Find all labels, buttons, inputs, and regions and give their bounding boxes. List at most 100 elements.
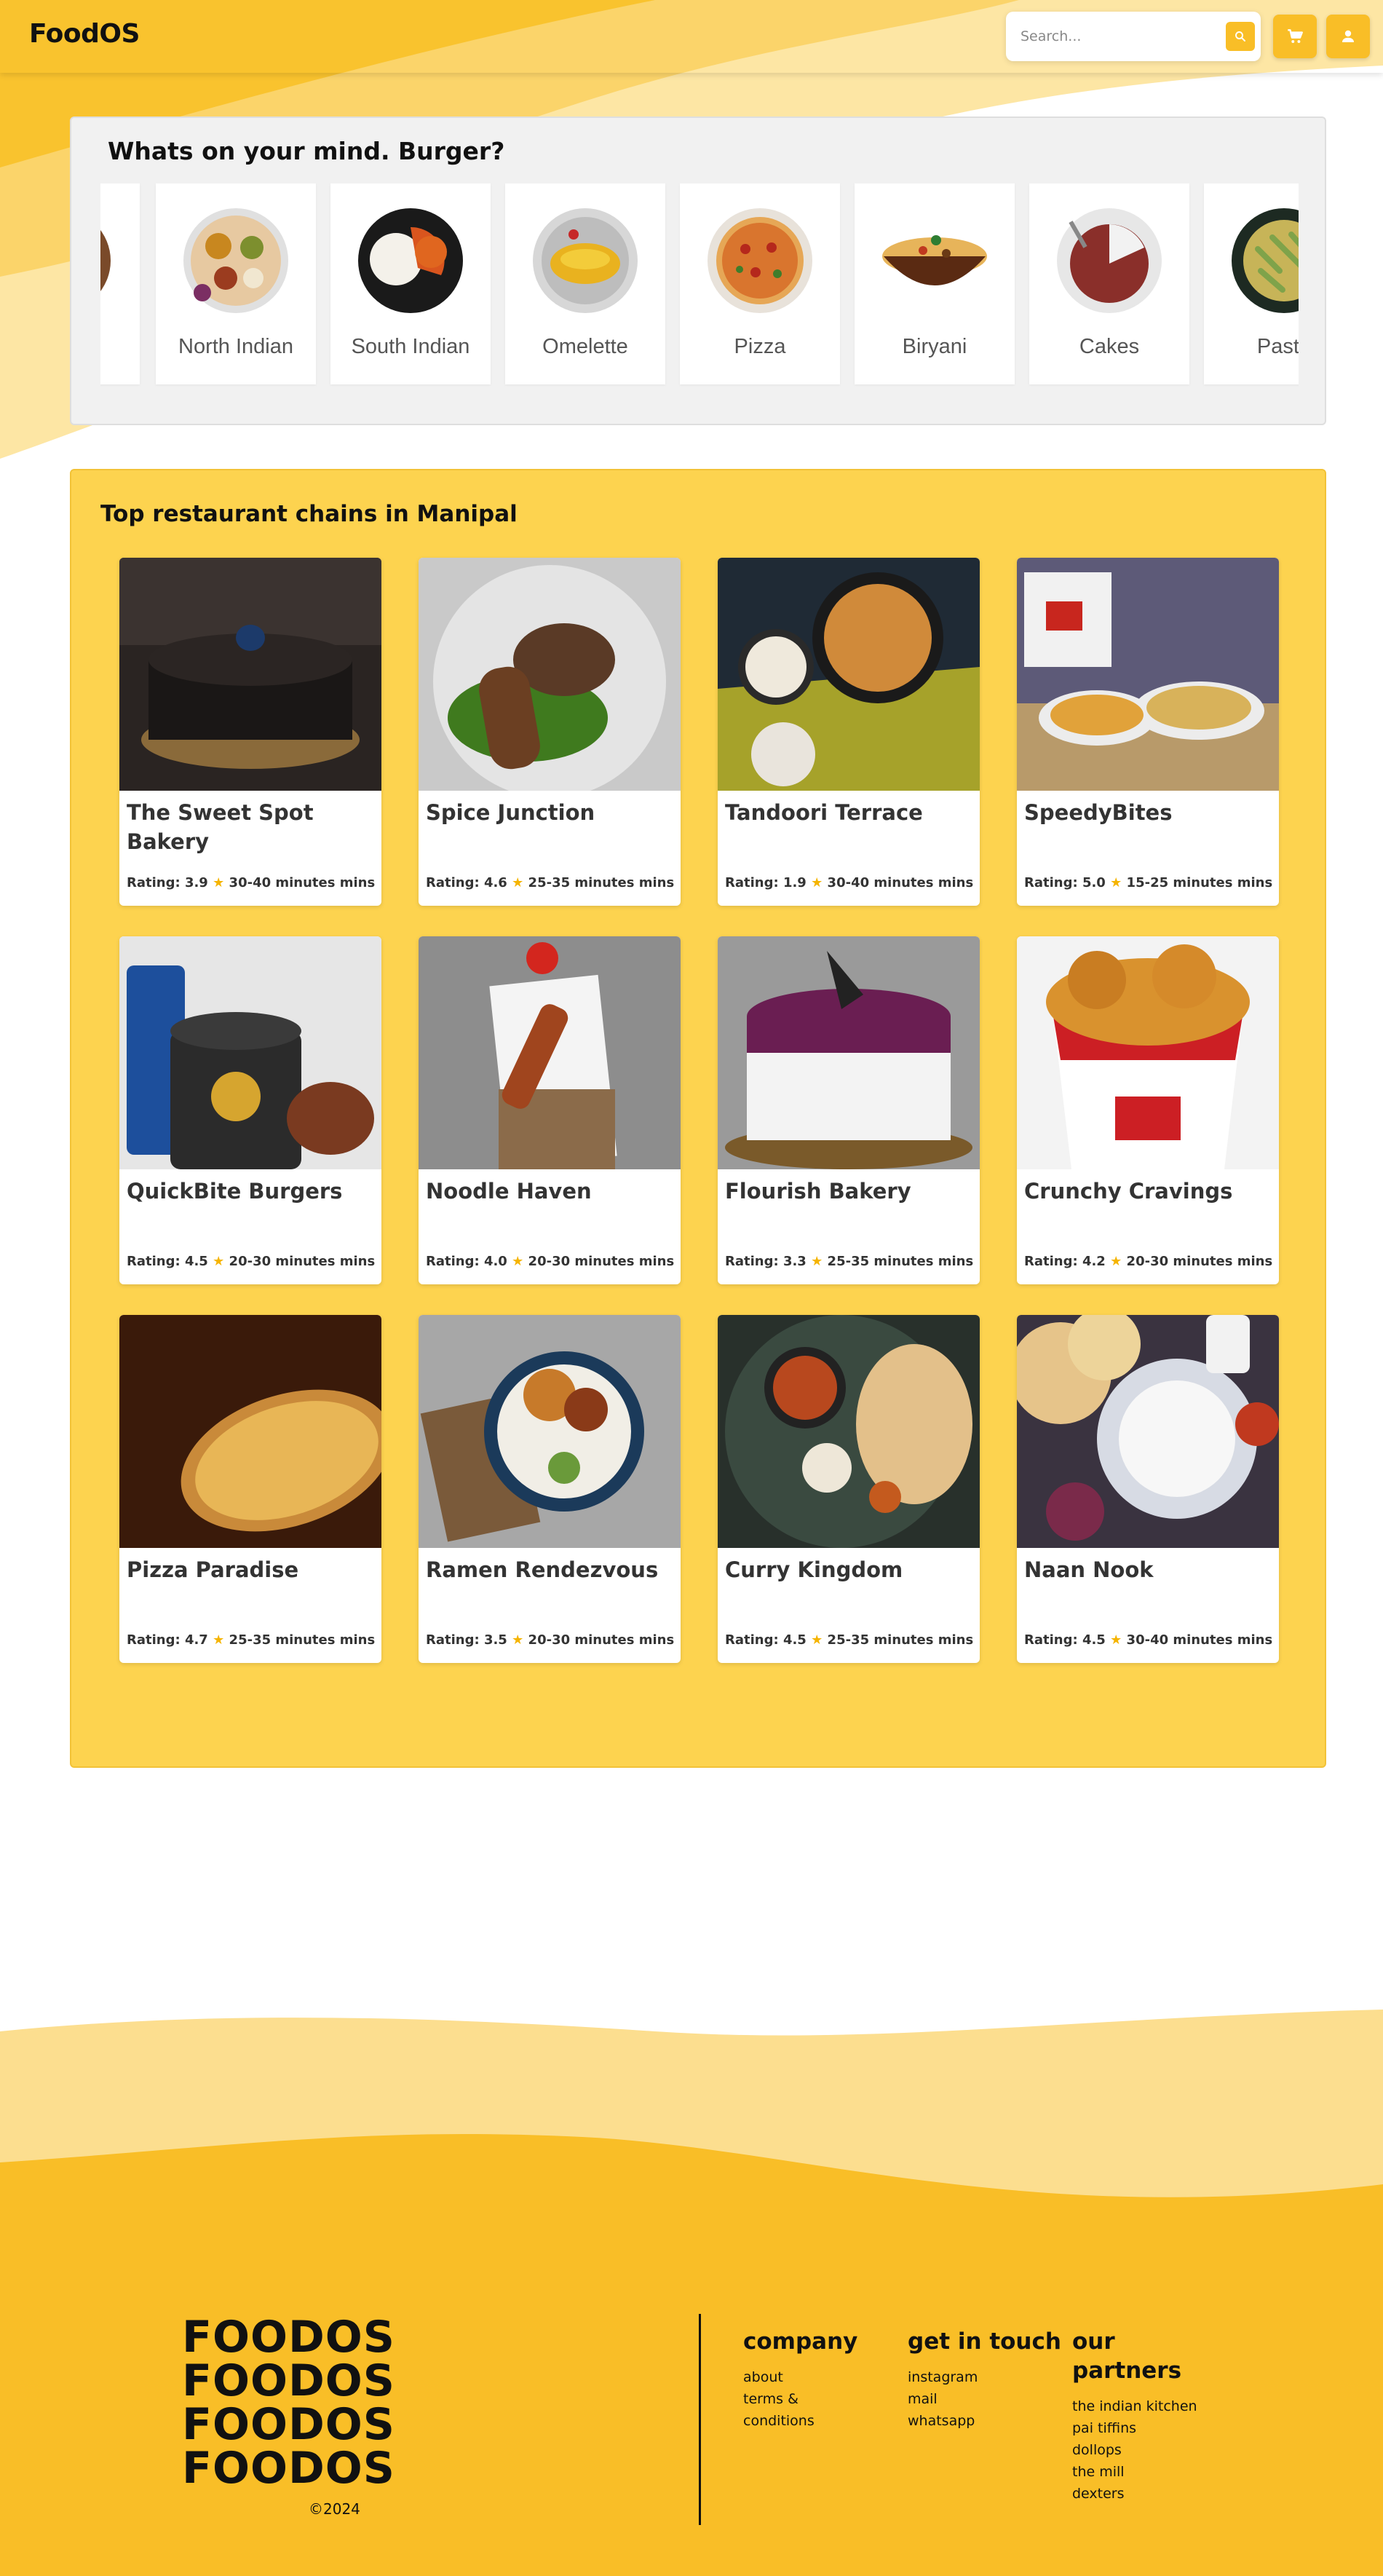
rating-text: Rating: 3.5 (426, 1632, 507, 1648)
footer-brand: FOODOS FOODOS FOODOS FOODOS (182, 2315, 395, 2490)
star-icon: ★ (1110, 1632, 1122, 1648)
restaurant-card[interactable]: The Sweet Spot Bakery Rating: 3.9 ★ 30-4… (119, 558, 381, 906)
restaurant-meta: Rating: 5.0 ★ 15-25 minutes mins (1024, 875, 1279, 890)
top-header: FoodOS (0, 0, 1383, 73)
restaurants-title: Top restaurant chains in Manipal (100, 501, 518, 527)
category-card[interactable]: Pasta (1204, 183, 1299, 384)
restaurant-card[interactable]: Ramen Rendezvous Rating: 3.5 ★ 20-30 min… (419, 1315, 681, 1663)
footer-partners-title: our partners (1072, 2327, 1197, 2385)
restaurant-name: Ramen Rendezvous (426, 1557, 659, 1582)
restaurant-meta: Rating: 4.5 ★ 25-35 minutes mins (725, 1632, 980, 1648)
pizza-icon (708, 208, 812, 313)
rating-text: Rating: 3.3 (725, 1254, 807, 1269)
star-icon: ★ (1110, 1254, 1122, 1269)
footer-link-partner[interactable]: pai tiffins (1072, 2417, 1197, 2439)
restaurant-card[interactable]: Curry Kingdom Rating: 4.5 ★ 25-35 minute… (718, 1315, 980, 1663)
restaurant-name: Crunchy Cravings (1024, 1179, 1233, 1204)
category-label: Biryani (902, 335, 967, 358)
category-card-partial[interactable] (100, 183, 140, 384)
delivery-time: 25-35 minutes mins (528, 875, 675, 890)
category-card[interactable]: Biryani (855, 183, 1015, 384)
footer-link-mail[interactable]: mail (908, 2388, 1061, 2410)
delivery-time: 25-35 minutes mins (827, 1632, 974, 1648)
category-card[interactable]: Cakes (1029, 183, 1189, 384)
footer-link-partner[interactable]: dollops (1072, 2439, 1197, 2461)
pasta-bowl-icon (1232, 208, 1299, 313)
restaurant-image (119, 936, 381, 1169)
category-carousel[interactable]: North Indian South Indian Omelette Pizza… (100, 183, 1299, 395)
star-icon: ★ (213, 1254, 225, 1269)
restaurant-meta: Rating: 1.9 ★ 30-40 minutes mins (725, 875, 980, 890)
delivery-time: 20-30 minutes mins (528, 1632, 675, 1648)
delivery-time: 30-40 minutes mins (229, 875, 376, 890)
footer-link-whatsapp[interactable]: whatsapp (908, 2410, 1061, 2432)
footer-link-partner[interactable]: the indian kitchen (1072, 2395, 1197, 2417)
restaurant-card[interactable]: QuickBite Burgers Rating: 4.5 ★ 20-30 mi… (119, 936, 381, 1284)
footer-link-about[interactable]: about (743, 2366, 857, 2388)
rating-text: Rating: 4.2 (1024, 1254, 1106, 1269)
star-icon: ★ (512, 875, 524, 890)
restaurant-image (718, 936, 980, 1169)
restaurant-meta: Rating: 4.7 ★ 25-35 minutes mins (127, 1632, 381, 1648)
restaurant-card[interactable]: Tandoori Terrace Rating: 1.9 ★ 30-40 min… (718, 558, 980, 906)
restaurant-meta: Rating: 4.2 ★ 20-30 minutes mins (1024, 1254, 1279, 1269)
star-icon: ★ (512, 1254, 524, 1269)
footer-partners-column: our partners the indian kitchen pai tiffi… (1072, 2327, 1197, 2505)
app-logo[interactable]: FoodOS (29, 19, 140, 49)
thali-icon (183, 208, 288, 313)
restaurant-name: Spice Junction (426, 800, 595, 825)
restaurant-card[interactable]: Pizza Paradise Rating: 4.7 ★ 25-35 minut… (119, 1315, 381, 1663)
footer-partners-title-line2: partners (1072, 2358, 1182, 2384)
footer-brand-line: FOODOS (182, 2355, 396, 2406)
footer-brand-line: FOODOS (182, 2312, 396, 2363)
category-card[interactable]: Omelette (505, 183, 665, 384)
footer-link-instagram[interactable]: instagram (908, 2366, 1061, 2388)
star-icon: ★ (213, 1632, 225, 1648)
delivery-time: 25-35 minutes mins (229, 1632, 376, 1648)
search-bar (1006, 12, 1261, 61)
footer-brand-line: FOODOS (182, 2443, 396, 2494)
delivery-time: 25-35 minutes mins (827, 1254, 974, 1269)
restaurant-name: Naan Nook (1024, 1557, 1154, 1582)
restaurants-section: Top restaurant chains in Manipal The Swe… (70, 469, 1326, 1768)
restaurant-image (1017, 558, 1279, 791)
delivery-time: 20-30 minutes mins (1126, 1254, 1273, 1269)
restaurant-card[interactable]: Naan Nook Rating: 4.5 ★ 30-40 minutes mi… (1017, 1315, 1279, 1663)
footer-link-partner[interactable]: the mill (1072, 2461, 1197, 2483)
restaurant-card[interactable]: Noodle Haven Rating: 4.0 ★ 20-30 minutes… (419, 936, 681, 1284)
rating-text: Rating: 4.7 (127, 1632, 208, 1648)
restaurant-meta: Rating: 4.5 ★ 20-30 minutes mins (127, 1254, 381, 1269)
cart-button[interactable] (1273, 15, 1317, 58)
restaurant-image (119, 1315, 381, 1548)
footer-link-partner[interactable]: dexters (1072, 2483, 1197, 2505)
omelette-icon (533, 208, 638, 313)
restaurant-card[interactable]: SpeedyBites Rating: 5.0 ★ 15-25 minutes … (1017, 558, 1279, 906)
footer-link-conditions[interactable]: conditions (743, 2410, 857, 2432)
rating-text: Rating: 5.0 (1024, 875, 1106, 890)
search-input[interactable] (1021, 26, 1210, 47)
category-card[interactable]: Pizza (680, 183, 840, 384)
search-button[interactable] (1226, 22, 1255, 51)
restaurant-card[interactable]: Crunchy Cravings Rating: 4.2 ★ 20-30 min… (1017, 936, 1279, 1284)
category-label: Pasta (1256, 335, 1299, 358)
restaurant-meta: Rating: 3.9 ★ 30-40 minutes mins (127, 875, 381, 890)
food-bowl-icon (100, 230, 111, 291)
category-card[interactable]: South Indian (330, 183, 491, 384)
restaurant-image (1017, 1315, 1279, 1548)
copyright: ©2024 (309, 2500, 360, 2518)
categories-title: Whats on your mind. Burger? (108, 137, 505, 165)
cake-icon (1057, 208, 1162, 313)
rating-text: Rating: 3.9 (127, 875, 208, 890)
restaurant-image (419, 558, 681, 791)
restaurant-card[interactable]: Flourish Bakery Rating: 3.3 ★ 25-35 minu… (718, 936, 980, 1284)
rice-bowl-icon (358, 208, 463, 313)
footer-link-terms[interactable]: terms & (743, 2388, 857, 2410)
rating-text: Rating: 4.5 (1024, 1632, 1106, 1648)
profile-button[interactable] (1326, 15, 1370, 58)
category-label: Cakes (1079, 335, 1140, 358)
restaurant-card[interactable]: Spice Junction Rating: 4.6 ★ 25-35 minut… (419, 558, 681, 906)
biryani-pot-icon (882, 235, 987, 285)
category-card[interactable]: North Indian (156, 183, 316, 384)
user-icon (1342, 30, 1354, 42)
rating-text: Rating: 4.5 (127, 1254, 208, 1269)
